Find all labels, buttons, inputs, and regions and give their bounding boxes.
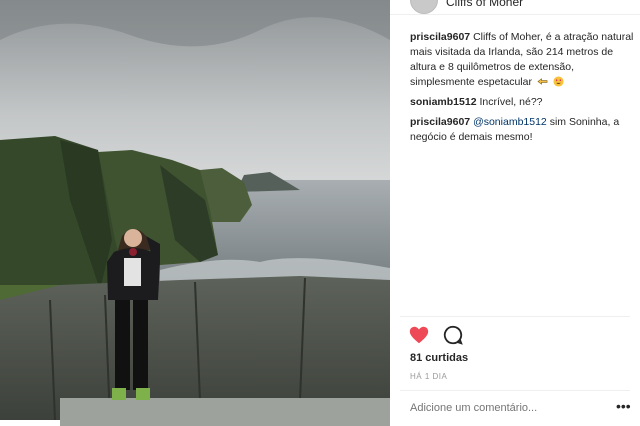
- location-link[interactable]: Cliffs of Moher: [446, 0, 523, 9]
- like-button[interactable]: [408, 324, 432, 348]
- more-options-button[interactable]: •••: [616, 398, 631, 414]
- comment-username[interactable]: soniamb1512: [410, 96, 477, 108]
- heart-icon: [409, 326, 429, 344]
- comment-button[interactable]: [442, 324, 466, 348]
- photo-scene: [0, 0, 390, 426]
- post-sidebar: Cliffs of Moher priscila9607 Cliffs of M…: [390, 0, 640, 426]
- comment: priscila9607 @soniamb1512 sim Soninha, a…: [410, 115, 636, 145]
- walkway: [60, 398, 390, 426]
- comment: soniamb1512 Incrível, né??: [410, 95, 636, 110]
- action-bar: [408, 324, 472, 348]
- comment-username[interactable]: priscila9607: [410, 116, 470, 128]
- comment-text: Incrível, né??: [479, 96, 543, 108]
- comment: priscila9607 Cliffs of Moher, é a atraçã…: [410, 30, 636, 90]
- comment-list: priscila9607 Cliffs of Moher, é a atraçã…: [410, 30, 636, 150]
- divider: [400, 390, 630, 391]
- heart-eyes-emoji-icon: [553, 76, 564, 87]
- divider: [400, 316, 630, 317]
- comment-username[interactable]: priscila9607: [410, 31, 470, 43]
- comment-input[interactable]: [410, 402, 600, 414]
- post-header: Cliffs of Moher: [390, 0, 640, 15]
- like-count[interactable]: 81 curtidas: [410, 352, 468, 364]
- avatar[interactable]: [410, 0, 438, 14]
- comment-mention[interactable]: @soniamb1512: [473, 116, 547, 128]
- post-photo[interactable]: [0, 0, 390, 426]
- hand-point-left-icon: [537, 78, 548, 85]
- post-timestamp: HÁ 1 DIA: [410, 372, 448, 381]
- speech-bubble-icon: [444, 325, 464, 345]
